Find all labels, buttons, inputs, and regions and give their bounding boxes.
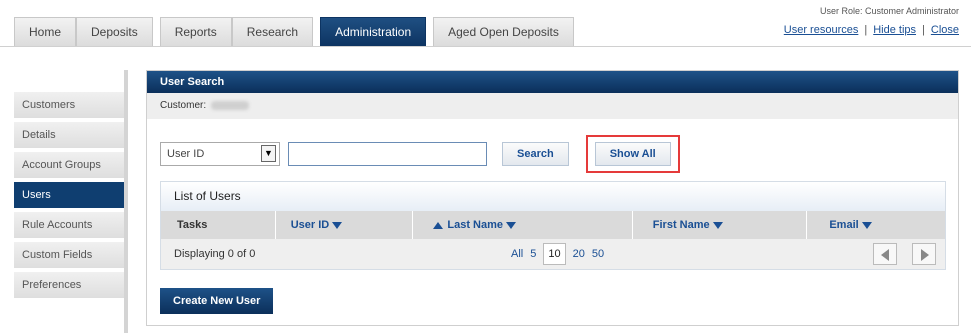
sidebar-item-preferences[interactable]: Preferences [14,272,124,298]
tab-group-2: Reports Research [159,17,314,46]
utility-links: User resources | Hide tips | Close [784,24,959,36]
tab-group-1: Home Deposits [14,17,153,46]
page-size-selector: All 5 10 20 50 [511,243,611,265]
sidebar-item-custom-fields[interactable]: Custom Fields [14,242,124,268]
search-button[interactable]: Search [502,142,569,166]
column-user-id-label: User ID [290,219,330,231]
column-tasks: Tasks [161,211,276,239]
column-email-label: Email [829,219,859,231]
panel-title: User Search [147,71,958,93]
page-size-5[interactable]: 5 [530,244,536,264]
header-divider [0,46,971,47]
search-input[interactable] [288,142,487,166]
tab-deposits[interactable]: Deposits [76,17,153,46]
page-size-all[interactable]: All [511,244,523,264]
link-separator: | [922,24,925,36]
previous-page-button[interactable] [873,243,897,265]
filter-down-icon[interactable] [861,221,872,229]
show-all-highlight: Show All [585,135,680,173]
sidebar: Customers Details Account Groups Users R… [14,92,124,302]
sidebar-rail [124,70,128,333]
sidebar-item-details[interactable]: Details [14,122,124,148]
sort-ascending-icon [433,221,444,229]
search-row: User ID ▼ Search Show All [160,135,680,173]
column-user-id[interactable]: User ID [276,211,414,239]
main-tabs: Home Deposits Reports Research Administr… [14,17,581,46]
users-list-footer: Displaying 0 of 0 All 5 10 20 50 [161,239,945,269]
arrow-left-icon [881,249,889,261]
filter-down-icon[interactable] [712,221,723,229]
tab-aged-open-deposits[interactable]: Aged Open Deposits [433,17,574,46]
users-list-header: Tasks User ID Last Name First Name Email [161,211,945,239]
tab-group-3: Administration [320,17,427,46]
sidebar-item-users[interactable]: Users [14,182,124,208]
tab-home[interactable]: Home [14,17,77,46]
user-role-text: User Role: Customer Administrator [819,6,959,16]
page-size-10[interactable]: 10 [543,243,566,265]
sidebar-item-rule-accounts[interactable]: Rule Accounts [14,212,124,238]
column-first-name[interactable]: First Name [633,211,808,239]
create-new-user-button[interactable]: Create New User [160,288,274,314]
arrow-right-icon [921,249,929,261]
tab-group-4: Aged Open Deposits [433,17,574,46]
tab-research[interactable]: Research [231,17,314,46]
customer-row: Customer: [147,93,958,119]
column-last-name[interactable]: Last Name [413,211,633,239]
show-all-button[interactable]: Show All [594,142,671,166]
tab-reports[interactable]: Reports [159,17,232,46]
customer-label: Customer: [160,100,207,111]
customer-name-redacted [211,100,250,110]
filter-down-icon[interactable] [506,221,516,229]
chevron-down-icon[interactable]: ▼ [261,145,276,162]
next-page-button[interactable] [912,243,936,265]
search-field-select[interactable]: User ID ▼ [160,142,280,166]
users-list-title: List of Users [161,182,945,211]
sidebar-item-customers[interactable]: Customers [14,92,124,118]
user-search-panel: User Search Customer: User ID ▼ Search S… [146,70,959,326]
tab-administration[interactable]: Administration [320,17,427,46]
page-size-20[interactable]: 20 [573,244,585,264]
user-resources-link[interactable]: User resources [784,24,859,36]
page-size-50[interactable]: 50 [592,244,604,264]
sidebar-item-account-groups[interactable]: Account Groups [14,152,124,178]
hide-tips-link[interactable]: Hide tips [873,24,916,36]
display-count: Displaying 0 of 0 [174,248,256,260]
filter-down-icon[interactable] [332,221,343,229]
top-navigation: Home Deposits Reports Research Administr… [0,0,971,46]
column-last-name-label: Last Name [447,219,503,231]
users-list: List of Users Tasks User ID Last Name Fi… [160,181,946,270]
column-email[interactable]: Email [807,211,945,239]
column-first-name-label: First Name [652,219,710,231]
link-separator: | [864,24,868,36]
search-field-value: User ID [167,148,205,160]
close-link[interactable]: Close [931,24,959,36]
column-tasks-label: Tasks [177,219,208,231]
